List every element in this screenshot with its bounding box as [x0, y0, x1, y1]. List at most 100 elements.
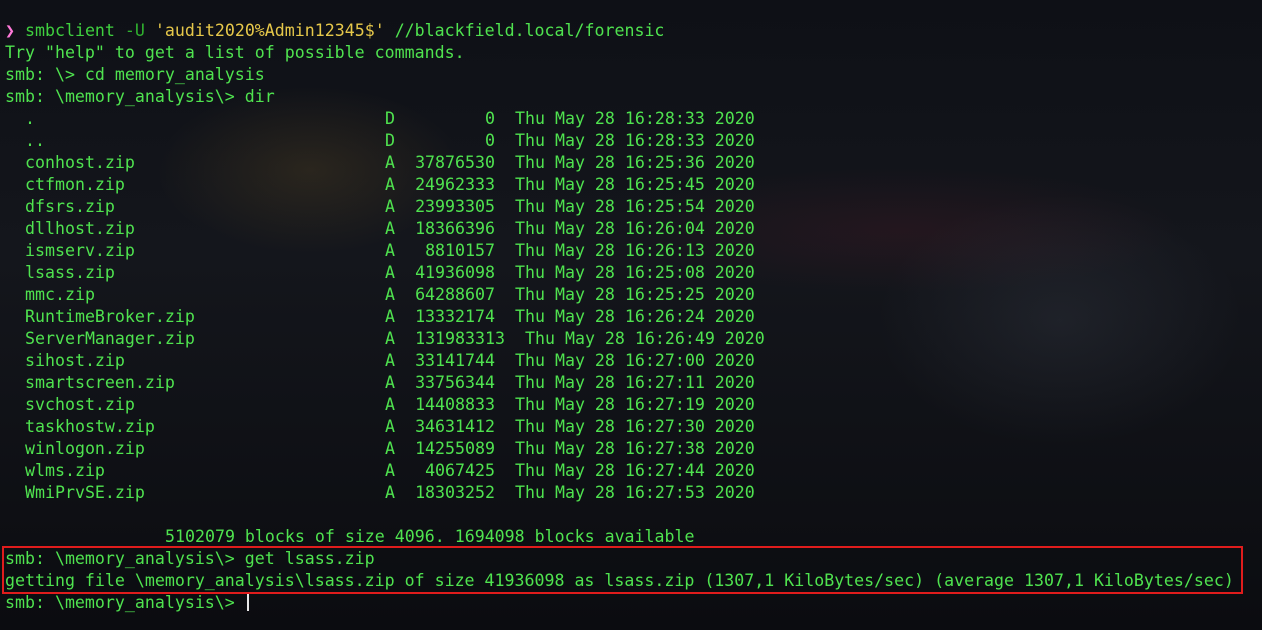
file-row: RuntimeBroker.zip A 13332174 Thu May 28 16:… — [5, 306, 1262, 328]
file-attribute: A — [385, 461, 395, 480]
file-date: Thu May 28 16:26:49 2020 — [525, 329, 765, 348]
file-row: dfsrs.zip A 23993305 Thu May 28 16:25:54 20… — [5, 196, 1262, 218]
file-name: .. — [25, 131, 45, 150]
file-date: Thu May 28 16:25:45 2020 — [515, 175, 755, 194]
file-row: .. D 0 Thu May 28 16:28:33 2020 — [5, 130, 1262, 152]
help-line: Try "help" to get a list of possible com… — [5, 43, 465, 62]
file-attribute: D — [385, 109, 395, 128]
file-date: Thu May 28 16:27:11 2020 — [515, 373, 755, 392]
prompt-text: smb: \memory_analysis\> — [5, 593, 245, 612]
file-attribute: A — [385, 351, 395, 370]
file-name: ServerManager.zip — [25, 329, 195, 348]
file-date: Thu May 28 16:27:53 2020 — [515, 483, 755, 502]
file-size: 24962333 — [415, 175, 495, 194]
command-line: ❯ smbclient -U 'audit2020%Admin12345$' /… — [5, 20, 1262, 42]
file-attribute: A — [385, 263, 395, 282]
file-size: 23993305 — [415, 197, 495, 216]
file-date: Thu May 28 16:27:19 2020 — [515, 395, 755, 414]
file-date: Thu May 28 16:25:36 2020 — [515, 153, 755, 172]
command-flag: -U — [124, 21, 145, 40]
file-attribute: A — [385, 483, 395, 502]
file-name: dfsrs.zip — [25, 197, 115, 216]
file-name: RuntimeBroker.zip — [25, 307, 195, 326]
file-date: Thu May 28 16:25:25 2020 — [515, 285, 755, 304]
file-row: dllhost.zip A 18366396 Thu May 28 16:26:04 … — [5, 218, 1262, 240]
file-row: sihost.zip A 33141744 Thu May 28 16:27:00 2… — [5, 350, 1262, 372]
file-size: 64288607 — [415, 285, 495, 304]
file-row: wlms.zip A 4067425 Thu May 28 16:27:44 2020 — [5, 460, 1262, 482]
file-size: 14408833 — [415, 395, 495, 414]
file-date: Thu May 28 16:26:13 2020 — [515, 241, 755, 260]
cd-line: smb: \> cd memory_analysis — [5, 65, 265, 84]
get-command-line: smb: \memory_analysis\> get lsass.zip — [5, 549, 375, 568]
file-attribute: A — [385, 417, 395, 436]
file-row: ServerManager.zip A 131983313 Thu May 28 16… — [5, 328, 1262, 350]
current-prompt[interactable]: smb: \memory_analysis\> — [5, 592, 1262, 614]
file-size: 41936098 — [415, 263, 495, 282]
file-name: sihost.zip — [25, 351, 125, 370]
file-name: winlogon.zip — [25, 439, 145, 458]
file-size: 18303252 — [415, 483, 495, 502]
file-name: mmc.zip — [25, 285, 95, 304]
command-credential: 'audit2020%Admin12345$' — [154, 21, 385, 40]
file-size: 4067425 — [425, 461, 495, 480]
file-row: ismserv.zip A 8810157 Thu May 28 16:26:13 2… — [5, 240, 1262, 262]
file-row: lsass.zip A 41936098 Thu May 28 16:25:08 20… — [5, 262, 1262, 284]
file-name: smartscreen.zip — [25, 373, 175, 392]
file-size: 8810157 — [425, 241, 495, 260]
file-row: smartscreen.zip A 33756344 Thu May 28 16:27… — [5, 372, 1262, 394]
file-row: winlogon.zip A 14255089 Thu May 28 16:27:38… — [5, 438, 1262, 460]
file-size: 34631412 — [415, 417, 495, 436]
text-cursor — [246, 593, 249, 611]
file-date: Thu May 28 16:27:30 2020 — [515, 417, 755, 436]
file-attribute: A — [385, 241, 395, 260]
file-row: ctfmon.zip A 24962333 Thu May 28 16:25:45 2… — [5, 174, 1262, 196]
file-name: svchost.zip — [25, 395, 135, 414]
file-attribute: A — [385, 373, 395, 392]
file-name: WmiPrvSE.zip — [25, 483, 145, 502]
command-target: //blackfield.local/forensic — [394, 21, 665, 40]
file-size: 131983313 — [415, 329, 505, 348]
file-date: Thu May 28 16:25:54 2020 — [515, 197, 755, 216]
file-row: . D 0 Thu May 28 16:28:33 2020 — [5, 108, 1262, 130]
file-name: . — [25, 109, 35, 128]
command-program: smbclient — [25, 21, 115, 40]
dir-line: smb: \memory_analysis\> dir — [5, 87, 275, 106]
file-row: conhost.zip A 37876530 Thu May 28 16:25:36 … — [5, 152, 1262, 174]
file-date: Thu May 28 16:28:33 2020 — [515, 131, 755, 150]
file-attribute: A — [385, 197, 395, 216]
file-listing: . D 0 Thu May 28 16:28:33 2020.. D 0 Thu May 2… — [5, 108, 1262, 504]
file-name: dllhost.zip — [25, 219, 135, 238]
file-date: Thu May 28 16:25:08 2020 — [515, 263, 755, 282]
file-size: 13332174 — [415, 307, 495, 326]
file-date: Thu May 28 16:27:00 2020 — [515, 351, 755, 370]
file-size: 33141744 — [415, 351, 495, 370]
file-name: ismserv.zip — [25, 241, 135, 260]
file-size: 37876530 — [415, 153, 495, 172]
file-row: svchost.zip A 14408833 Thu May 28 16:27:19 … — [5, 394, 1262, 416]
file-date: Thu May 28 16:26:04 2020 — [515, 219, 755, 238]
file-row: taskhostw.zip A 34631412 Thu May 28 16:27:3… — [5, 416, 1262, 438]
file-size: 0 — [485, 131, 495, 150]
file-attribute: A — [385, 439, 395, 458]
file-name: taskhostw.zip — [25, 417, 155, 436]
file-row: mmc.zip A 64288607 Thu May 28 16:25:25 2020 — [5, 284, 1262, 306]
file-name: wlms.zip — [25, 461, 105, 480]
blocks-summary: 5102079 blocks of size 4096. 1694098 blo… — [165, 527, 695, 546]
file-attribute: A — [385, 285, 395, 304]
file-size: 18366396 — [415, 219, 495, 238]
file-name: conhost.zip — [25, 153, 135, 172]
file-name: lsass.zip — [25, 263, 115, 282]
file-attribute: A — [385, 175, 395, 194]
file-name: ctfmon.zip — [25, 175, 125, 194]
file-date: Thu May 28 16:26:24 2020 — [515, 307, 755, 326]
getting-file-line: getting file \memory_analysis\lsass.zip … — [5, 571, 1234, 590]
terminal-output[interactable]: ❯ smbclient -U 'audit2020%Admin12345$' /… — [5, 20, 1262, 614]
file-size: 33756344 — [415, 373, 495, 392]
file-date: Thu May 28 16:28:33 2020 — [515, 109, 755, 128]
file-date: Thu May 28 16:27:44 2020 — [515, 461, 755, 480]
file-attribute: D — [385, 131, 395, 150]
file-attribute: A — [385, 219, 395, 238]
file-attribute: A — [385, 153, 395, 172]
